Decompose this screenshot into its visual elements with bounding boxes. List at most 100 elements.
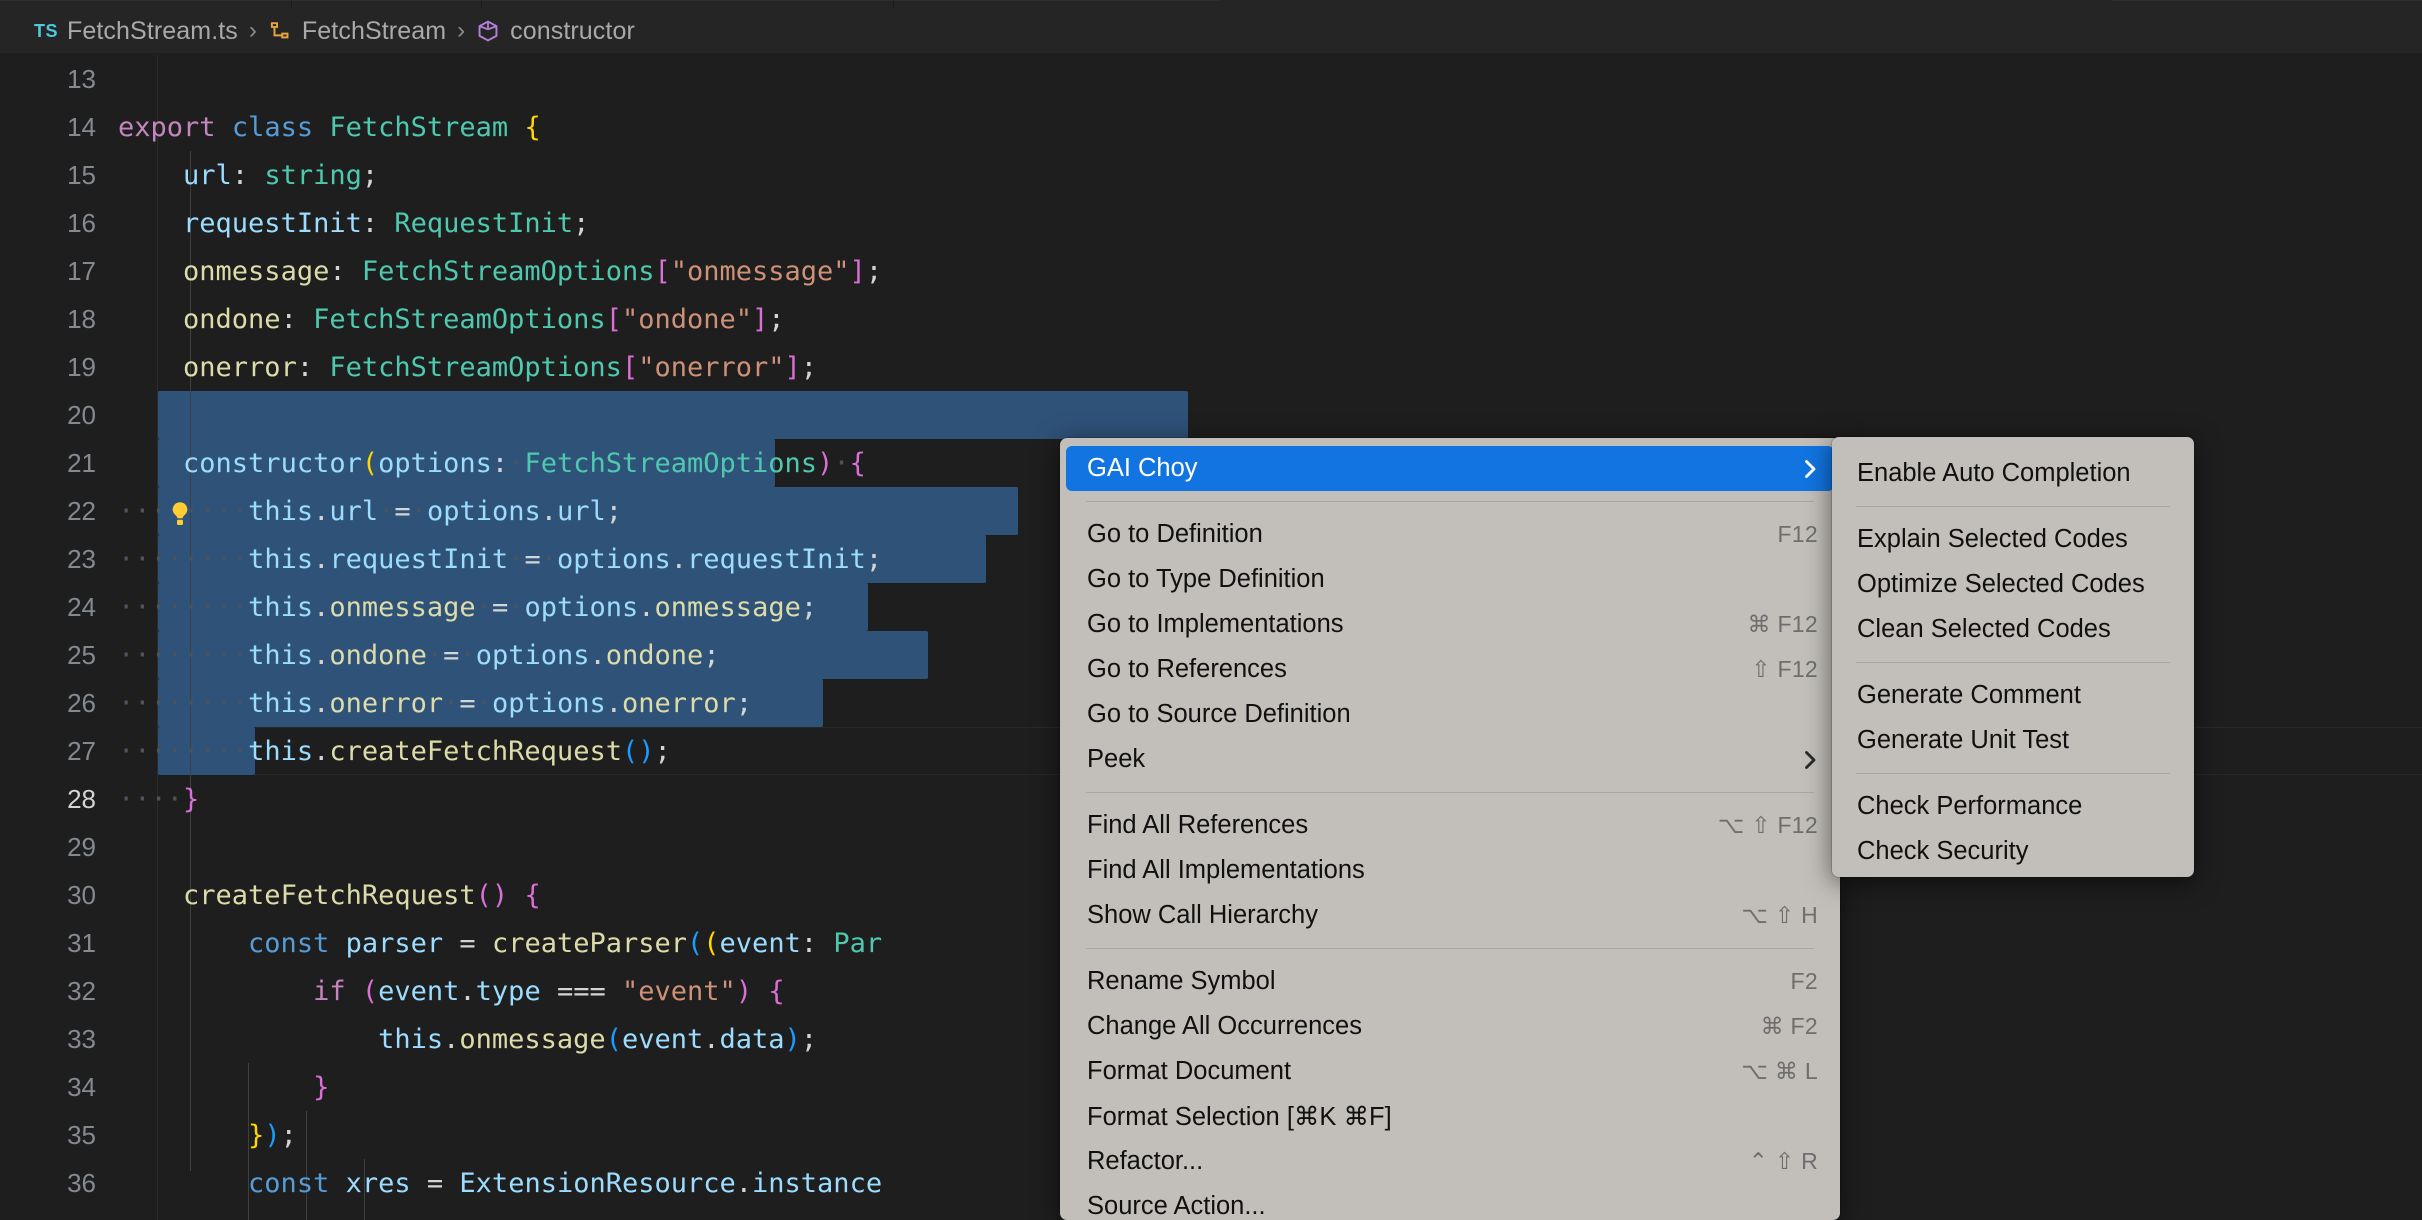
breadcrumb-separator: › xyxy=(457,17,466,44)
code-token: ; xyxy=(800,351,818,383)
breadcrumb-item-class[interactable]: FetchStream xyxy=(267,9,446,54)
code-token: ondone xyxy=(605,639,704,671)
code-token: ; xyxy=(654,735,671,767)
code-token: ···· xyxy=(118,687,184,719)
code-token: ] xyxy=(849,255,866,287)
code-line[interactable]: 15 url: string; xyxy=(0,151,2422,199)
code-token: . xyxy=(313,687,330,719)
code-token: { xyxy=(768,975,785,1007)
menu-item-explain-selected-codes[interactable]: Explain Selected Codes xyxy=(1832,517,2194,562)
line-number: 30 xyxy=(67,879,96,910)
menu-item-gai-choy[interactable]: GAI Choy xyxy=(1066,446,1834,491)
line-number: 18 xyxy=(67,303,96,334)
menu-item-go-to-source-definition[interactable]: Go to Source Definition xyxy=(1060,692,1840,737)
menu-item-source-action[interactable]: Source Action... xyxy=(1060,1184,1840,1220)
line-number: 27 xyxy=(67,735,96,766)
code-token: this xyxy=(248,687,314,719)
menu-item-label: Format Selection [⌘K ⌘F] xyxy=(1087,1102,1392,1131)
menu-item-label: Refactor... xyxy=(1087,1147,1204,1175)
menu-item-label: Peek xyxy=(1087,745,1146,773)
menu-item-enable-auto-completion[interactable]: Enable Auto Completion xyxy=(1832,451,2194,496)
code-token: . xyxy=(313,543,330,575)
code-token: this xyxy=(378,1023,444,1055)
menu-item-find-all-implementations[interactable]: Find All Implementations xyxy=(1060,848,1840,893)
line-number: 15 xyxy=(67,159,96,190)
menu-item-go-to-implementations[interactable]: Go to Implementations ⌘ F12 xyxy=(1060,602,1840,647)
code-line[interactable]: 18 ondone: FetchStreamOptions["ondone"]; xyxy=(0,295,2422,343)
menu-separator xyxy=(1856,773,2170,774)
menu-item-format-selection[interactable]: Format Selection [⌘K ⌘F] xyxy=(1060,1094,1840,1139)
code-token: [ xyxy=(605,303,622,335)
gai-choy-submenu[interactable]: Enable Auto Completion Explain Selected C… xyxy=(1832,437,2194,877)
menu-item-refactor[interactable]: Refactor... ⌃ ⇧ R xyxy=(1060,1139,1840,1184)
editor-context-menu[interactable]: GAI Choy Go to Definition F12 Go to Type De… xyxy=(1060,438,1840,1220)
code-token: FetchStream xyxy=(329,111,509,143)
code-token: event xyxy=(621,1023,704,1055)
code-token: ···· xyxy=(118,783,184,815)
code-token: onmessage xyxy=(654,591,801,623)
code-token: ] xyxy=(752,303,769,335)
code-line[interactable]: 13 xyxy=(0,55,2422,103)
menu-item-go-to-references[interactable]: Go to References ⇧ F12 xyxy=(1060,647,1840,692)
code-token: ) xyxy=(784,1023,801,1055)
line-number: 13 xyxy=(67,63,96,94)
menu-item-show-call-hierarchy[interactable]: Show Call Hierarchy ⌥ ⇧ H xyxy=(1060,893,1840,938)
menu-item-check-security[interactable]: Check Security xyxy=(1832,829,2194,874)
menu-item-generate-comment[interactable]: Generate Comment xyxy=(1832,673,2194,718)
menu-item-format-document[interactable]: Format Document ⌥ ⌘ L xyxy=(1060,1049,1840,1094)
code-token: FetchStreamOptions xyxy=(361,255,655,287)
code-token: FetchStreamOptions xyxy=(524,447,818,479)
tab-edge[interactable] xyxy=(2111,0,2422,9)
code-line-text: onmessage: FetchStreamOptions["onmessage… xyxy=(118,256,882,287)
menu-item-optimize-selected-codes[interactable]: Optimize Selected Codes xyxy=(1832,562,2194,607)
code-token: ; xyxy=(605,495,623,527)
code-line[interactable]: 16 requestInit: RequestInit; xyxy=(0,199,2422,247)
menu-item-go-to-definition[interactable]: Go to Definition F12 xyxy=(1060,512,1840,557)
code-token: ···· xyxy=(183,543,249,575)
lightbulb-icon[interactable] xyxy=(164,499,196,536)
code-line[interactable]: 14 export class FetchStream { xyxy=(0,103,2422,151)
menu-item-find-all-references[interactable]: Find All References ⌥ ⇧ F12 xyxy=(1060,803,1840,848)
menu-item-generate-unit-test[interactable]: Generate Unit Test xyxy=(1832,718,2194,763)
method-symbol-icon xyxy=(475,18,501,44)
code-token: { xyxy=(849,447,866,479)
tab-edge[interactable] xyxy=(894,0,1221,9)
code-token: . xyxy=(313,735,330,767)
menu-item-clean-selected-codes[interactable]: Clean Selected Codes xyxy=(1832,607,2194,652)
code-token: ···· xyxy=(183,591,249,623)
menu-item-change-all-occurrences[interactable]: Change All Occurrences ⌘ F2 xyxy=(1060,1004,1840,1049)
code-line-text: createFetchRequest() { xyxy=(118,880,541,911)
code-token: ; xyxy=(865,255,883,287)
code-token: · xyxy=(508,591,525,623)
code-token: if xyxy=(313,975,346,1007)
code-token: ( xyxy=(621,735,639,767)
code-token: : xyxy=(231,159,265,191)
menu-separator xyxy=(1086,501,1814,502)
menu-item-rename-symbol[interactable]: Rename Symbol F2 xyxy=(1060,959,1840,1004)
code-line[interactable]: 19 onerror: FetchStreamOptions["onerror"… xyxy=(0,343,2422,391)
breadcrumb-item-method[interactable]: constructor xyxy=(475,9,635,54)
code-line-text: constructor(options:·FetchStreamOptions)… xyxy=(118,448,866,479)
code-token: ; xyxy=(735,687,753,719)
code-token: . xyxy=(703,1023,720,1055)
menu-item-check-performance[interactable]: Check Performance xyxy=(1832,784,2194,829)
code-line[interactable]: 17 onmessage: FetchStreamOptions["onmess… xyxy=(0,247,2422,295)
line-number: 14 xyxy=(67,111,96,142)
code-token: url xyxy=(329,495,379,527)
menu-item-shortcut: ⌥ ⇧ F12 xyxy=(1717,812,1818,838)
code-token: export xyxy=(118,111,216,143)
menu-item-peek[interactable]: Peek xyxy=(1060,737,1840,782)
menu-item-go-to-type-definition[interactable]: Go to Type Definition xyxy=(1060,557,1840,602)
editor-window: TS FetchStream.ts › FetchStream › constr… xyxy=(0,0,2422,1220)
chevron-right-icon xyxy=(1798,748,1818,772)
code-token: : xyxy=(491,447,509,479)
code-token: . xyxy=(459,975,476,1007)
breadcrumb-item-file[interactable]: TS FetchStream.ts xyxy=(34,9,238,54)
